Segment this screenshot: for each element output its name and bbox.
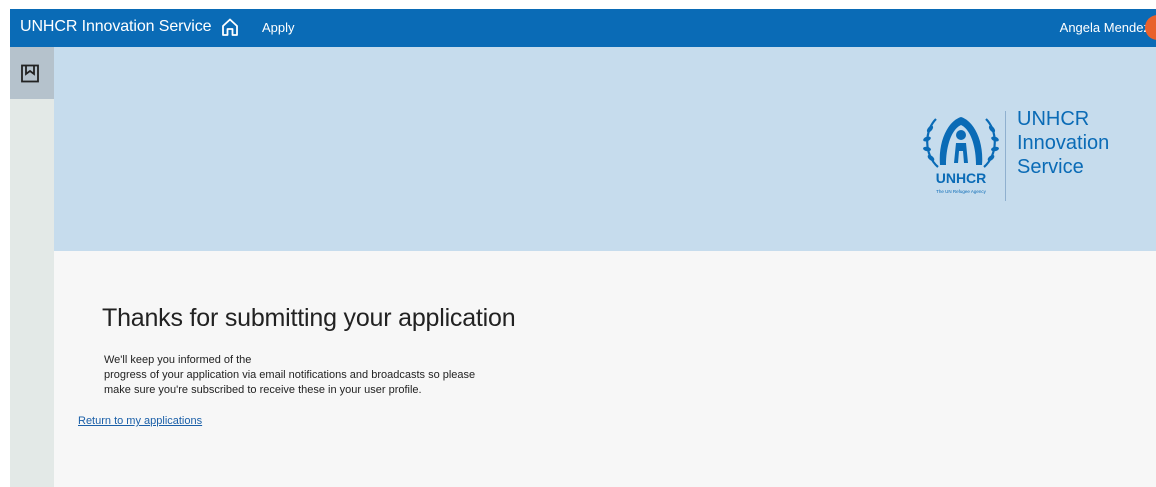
emblem-tagline: The UN Refugee Agency xyxy=(936,189,987,194)
message-line: We'll keep you informed of the xyxy=(104,354,252,366)
logo-title: UNHCR Innovation Service xyxy=(1017,107,1109,179)
confirmation-message: We'll keep you informed of the progress … xyxy=(104,353,564,398)
logo-title-line: UNHCR xyxy=(1017,108,1090,130)
return-to-applications-link[interactable]: Return to my applications xyxy=(78,415,202,427)
logo-title-line: Innovation xyxy=(1017,132,1110,154)
user-name[interactable]: Angela Mendez xyxy=(1060,20,1150,35)
logo-title-line: Service xyxy=(1017,156,1084,178)
bookmark-icon xyxy=(21,64,39,83)
bookmark-button[interactable] xyxy=(10,47,54,99)
page-heading: Thanks for submitting your application xyxy=(102,304,516,332)
unhcr-innovation-logo: UNHCR The UN Refugee Agency UNHCR Innova… xyxy=(918,107,1128,207)
message-line: progress of your application via email n… xyxy=(104,369,476,381)
left-sidebar xyxy=(10,47,54,487)
home-icon xyxy=(222,18,238,36)
message-line: make sure you're subscribed to receive t… xyxy=(104,384,422,396)
emblem-wordmark: UNHCR xyxy=(936,170,987,186)
avatar[interactable] xyxy=(1145,15,1156,40)
unhcr-emblem-logo: UNHCR The UN Refugee Agency xyxy=(923,117,999,194)
app-title[interactable]: UNHCR Innovation Service xyxy=(20,18,212,36)
apply-link[interactable]: Apply xyxy=(262,20,295,35)
top-navigation-bar: UNHCR Innovation Service Apply Angela Me… xyxy=(10,9,1156,47)
home-button[interactable] xyxy=(219,16,241,38)
hero-banner: UNHCR The UN Refugee Agency UNHCR Innova… xyxy=(54,47,1156,251)
logo-divider xyxy=(1005,111,1006,201)
main-content: Thanks for submitting your application W… xyxy=(54,251,1156,487)
